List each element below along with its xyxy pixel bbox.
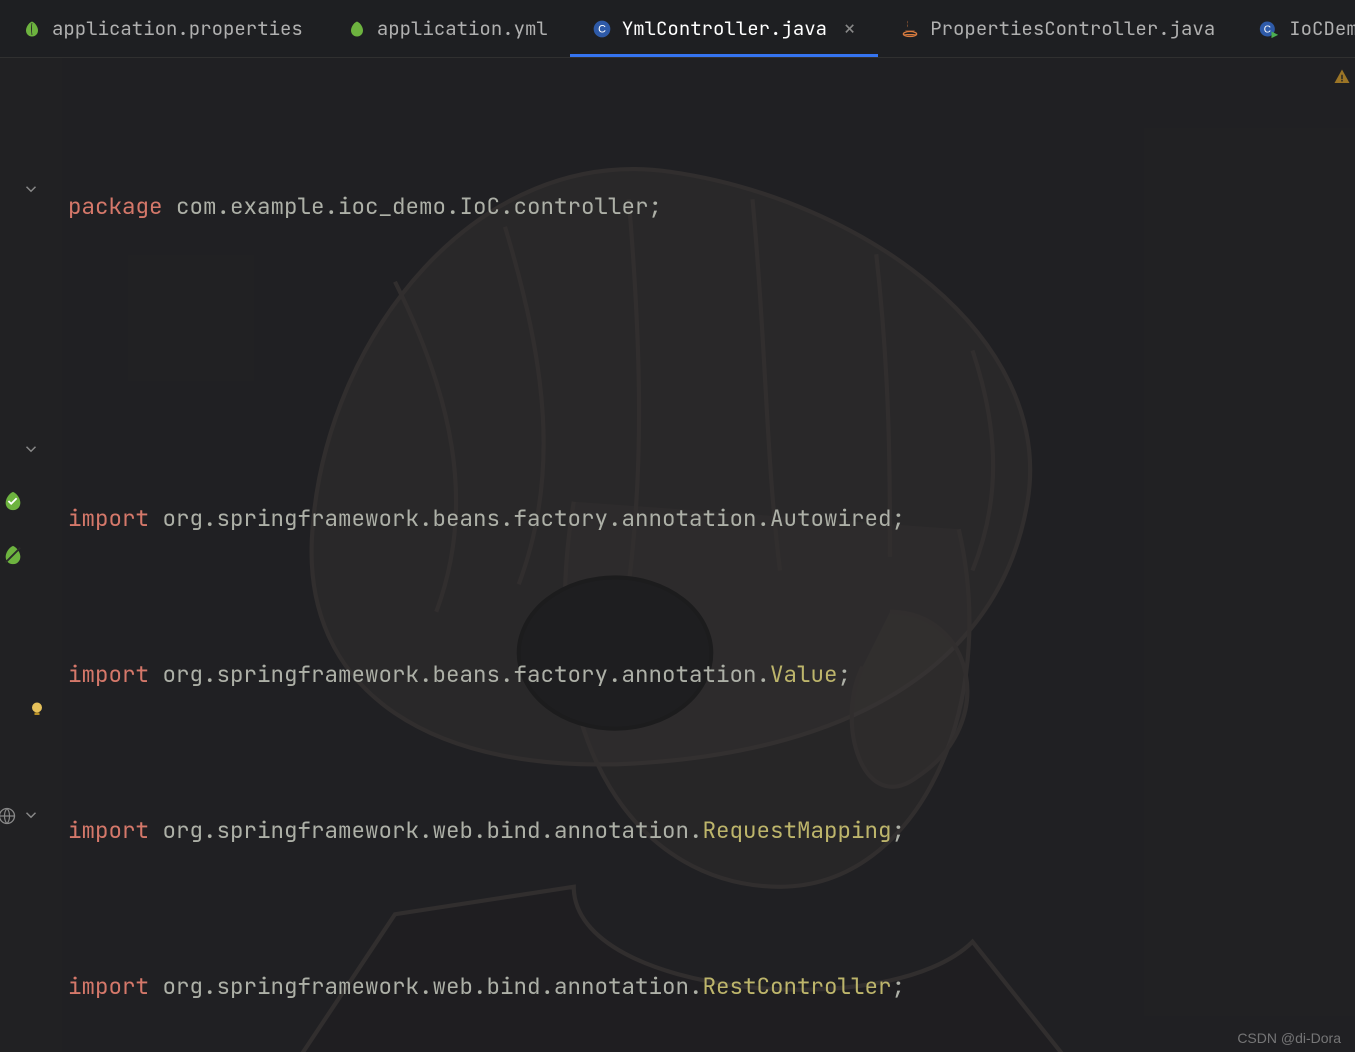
chevron-down-icon[interactable]: [0, 806, 62, 824]
tab-properties-controller[interactable]: PropertiesController.java: [878, 0, 1237, 57]
code-line: package com.example.ioc_demo.IoC.control…: [62, 180, 1355, 232]
java-class-icon: C: [592, 19, 612, 39]
tab-label: IoCDemoApplication.j: [1289, 16, 1355, 41]
chevron-down-icon[interactable]: [0, 440, 62, 458]
code-line: import org.springframework.web.bind.anno…: [62, 960, 1355, 1012]
lightbulb-icon[interactable]: [6, 700, 68, 720]
chevron-down-icon[interactable]: [0, 180, 62, 198]
tab-yml-controller[interactable]: C YmlController.java ×: [570, 0, 878, 57]
tab-label: YmlController.java: [622, 16, 827, 41]
spring-leaf-check-icon[interactable]: [0, 490, 44, 512]
code-line: [62, 336, 1355, 388]
code-area[interactable]: package com.example.ioc_demo.IoC.control…: [62, 58, 1355, 1052]
java-class-run-icon: C: [1259, 19, 1279, 39]
editor[interactable]: package com.example.ioc_demo.IoC.control…: [0, 58, 1355, 1052]
java-class-icon: [900, 19, 920, 39]
leaf-icon: [347, 19, 367, 39]
spring-leaf-slash-icon[interactable]: [0, 544, 44, 566]
tab-application-properties[interactable]: application.properties: [0, 0, 325, 57]
code-line: import org.springframework.beans.factory…: [62, 492, 1355, 544]
tab-bar: application.properties application.yml C…: [0, 0, 1355, 58]
gutter: [0, 58, 62, 1052]
tab-label: application.yml: [377, 16, 548, 41]
tab-ioc-demo-application[interactable]: C IoCDemoApplication.j: [1237, 0, 1355, 57]
close-icon[interactable]: ×: [837, 18, 856, 40]
leaf-icon: [22, 19, 42, 39]
code-line: import org.springframework.web.bind.anno…: [62, 804, 1355, 856]
code-line: import org.springframework.beans.factory…: [62, 648, 1355, 700]
tab-label: PropertiesController.java: [930, 16, 1215, 41]
svg-text:C: C: [1264, 24, 1271, 35]
tab-application-yml[interactable]: application.yml: [325, 0, 570, 57]
watermark: CSDN @di-Dora: [1237, 1030, 1341, 1046]
svg-text:C: C: [598, 23, 606, 35]
tab-label: application.properties: [52, 16, 303, 41]
